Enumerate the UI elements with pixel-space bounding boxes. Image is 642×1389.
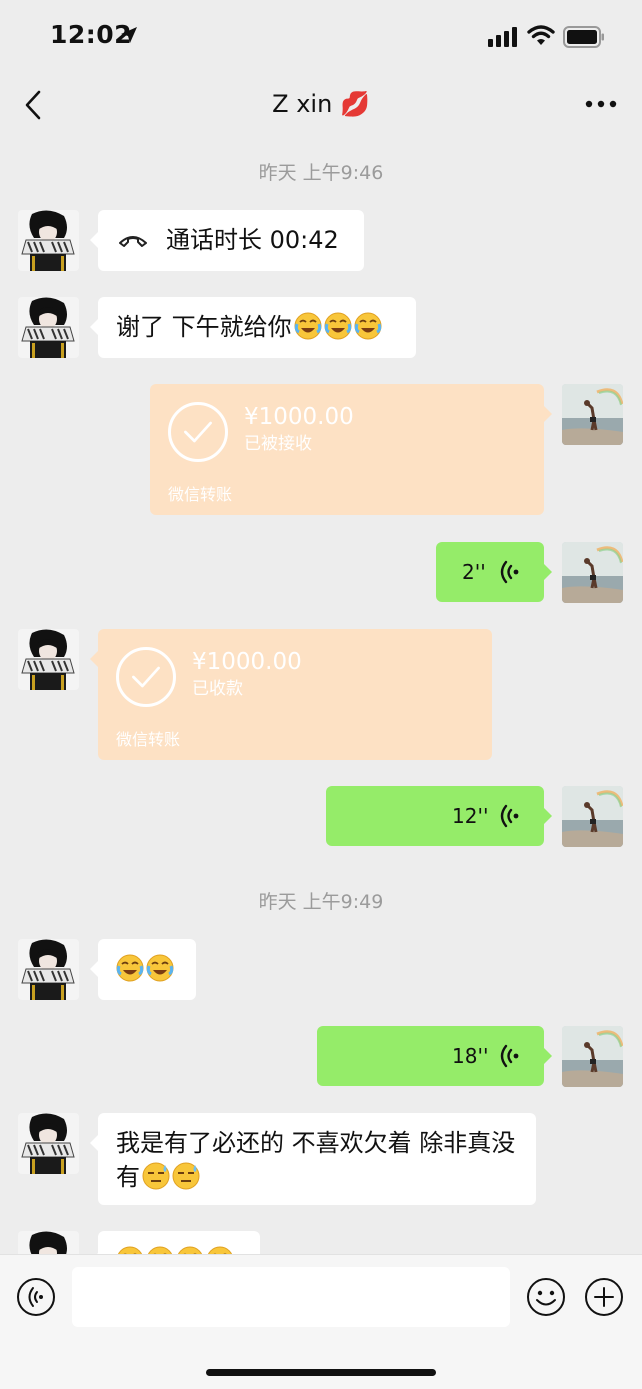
wifi-icon: [527, 25, 555, 45]
emoji-message-bubble[interactable]: [90, 939, 196, 1000]
message-text-wrap: 我是有了必还的 不喜欢欠着 除非真没有: [116, 1126, 526, 1194]
voice-message-bubble[interactable]: 2'': [436, 542, 552, 602]
voice-duration: 12'': [452, 804, 489, 828]
sweat-emoji: [142, 1162, 170, 1190]
transfer-status: 已收款: [192, 679, 243, 699]
status-bar: 12:02: [0, 0, 642, 72]
more-icon[interactable]: [584, 97, 618, 111]
contact-avatar[interactable]: [18, 210, 79, 271]
transfer-received-card[interactable]: ¥1000.00 已收款 微信转账: [90, 629, 492, 760]
message-text-wrap: 谢了 下午就给你: [116, 310, 382, 344]
emoji-row: [114, 952, 174, 986]
transfer-status: 已被接收: [244, 434, 312, 454]
input-bar: [0, 1254, 642, 1389]
laughing-tears-emoji: [116, 954, 144, 982]
home-indicator: [206, 1369, 436, 1376]
contact-avatar[interactable]: [18, 939, 79, 1000]
phone-hangup-icon: [119, 236, 147, 247]
my-avatar[interactable]: [562, 786, 623, 847]
transfer-label: 微信转账: [116, 730, 181, 749]
signal-icon: [488, 27, 517, 47]
my-avatar[interactable]: [562, 384, 623, 445]
contact-avatar[interactable]: [18, 1113, 79, 1174]
plus-icon[interactable]: [584, 1277, 624, 1317]
transfer-amount: ¥1000.00: [192, 649, 302, 675]
laughing-tears-emoji: [293, 312, 322, 340]
my-avatar[interactable]: [562, 1026, 623, 1087]
voice-wave-icon: [500, 804, 519, 828]
message-text: 谢了 下午就给你: [116, 313, 292, 341]
voice-message-bubble[interactable]: 18'': [317, 1026, 552, 1086]
emoji-icon[interactable]: [526, 1277, 566, 1317]
voice-wave-icon: [500, 560, 519, 584]
chat-header: Z xin 💋: [0, 72, 642, 138]
transfer-amount: ¥1000.00: [244, 404, 354, 430]
laughing-tears-emoji: [323, 312, 352, 340]
call-duration-text: 通话时长 00:42: [166, 226, 339, 254]
voice-message-bubble[interactable]: 12'': [326, 786, 552, 846]
check-circle-icon: [168, 402, 228, 462]
call-record-bubble[interactable]: 通话时长 00:42: [90, 210, 364, 271]
contact-avatar[interactable]: [18, 297, 79, 358]
message-input[interactable]: [72, 1267, 510, 1327]
timestamp: 昨天 上午9:46: [258, 162, 384, 184]
transfer-sent-card[interactable]: ¥1000.00 已被接收 微信转账: [150, 384, 552, 515]
laughing-tears-emoji: [353, 312, 382, 340]
sweat-emoji: [172, 1162, 200, 1190]
voice-wave-icon: [500, 1044, 519, 1068]
timestamp: 昨天 上午9:49: [258, 891, 384, 913]
voice-duration: 18'': [452, 1044, 489, 1068]
message-bubble[interactable]: 我是有了必还的 不喜欢欠着 除非真没有: [90, 1113, 536, 1205]
transfer-label: 微信转账: [168, 485, 233, 504]
chat-title: Z xin 💋: [272, 90, 370, 118]
laughing-tears-emoji: [146, 954, 174, 982]
battery-icon: [563, 26, 604, 48]
my-avatar[interactable]: [562, 542, 623, 603]
check-circle-icon: [116, 647, 176, 707]
voice-input-icon[interactable]: [16, 1277, 56, 1317]
message-bubble[interactable]: 谢了 下午就给你: [90, 297, 416, 358]
location-arrow-icon: [121, 27, 137, 43]
contact-avatar[interactable]: [18, 629, 79, 690]
voice-duration: 2'': [462, 560, 486, 584]
